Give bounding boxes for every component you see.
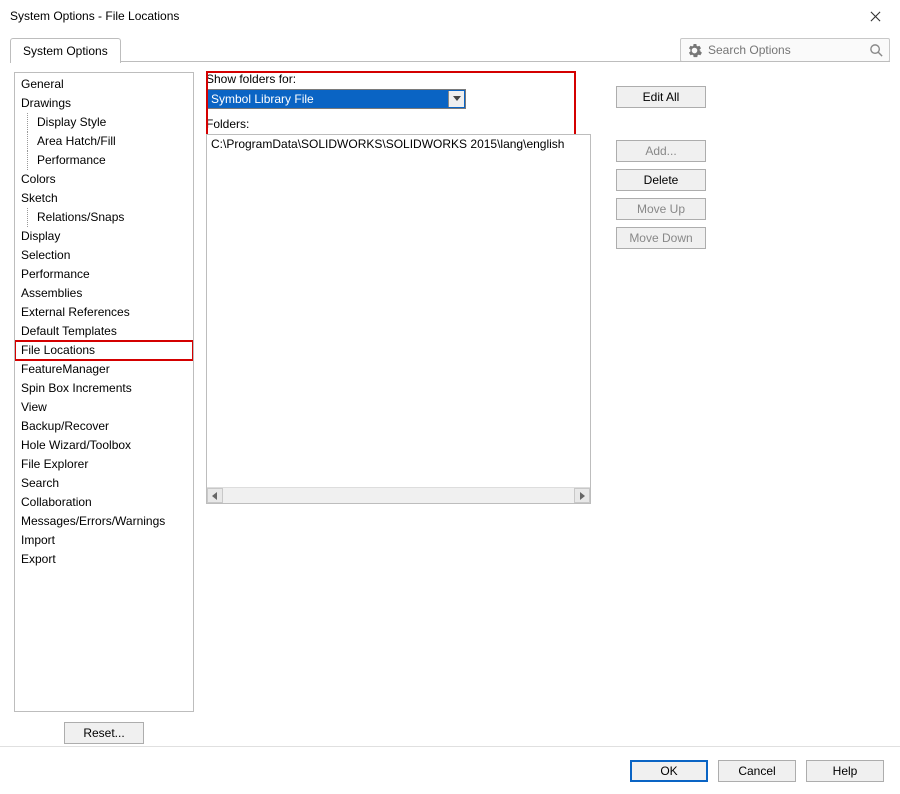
search-input[interactable] (708, 43, 863, 57)
sidebar-item-display-style[interactable]: Display Style (15, 113, 193, 132)
folder-action-buttons: Edit All Add... Delete Move Up Move Down (616, 86, 706, 249)
sidebar-item-import[interactable]: Import (15, 531, 193, 550)
show-folders-dropdown[interactable]: Symbol Library File (206, 89, 466, 109)
search-icon (869, 43, 884, 58)
move-up-button[interactable]: Move Up (616, 198, 706, 220)
move-down-button[interactable]: Move Down (616, 227, 706, 249)
main-panel: Show folders for: Symbol Library File Fo… (206, 72, 886, 738)
title-bar: System Options - File Locations (0, 0, 900, 30)
folders-label: Folders: (206, 117, 886, 131)
sidebar-item-area-hatch-fill[interactable]: Area Hatch/Fill (15, 132, 193, 151)
tab-strip: System Options (10, 30, 121, 62)
folders-listbox[interactable]: C:\ProgramData\SOLIDWORKS\SOLIDWORKS 201… (206, 134, 591, 504)
category-sidebar: GeneralDrawingsDisplay StyleArea Hatch/F… (14, 72, 194, 712)
chevron-down-icon (448, 91, 464, 107)
top-bar: System Options (0, 30, 900, 62)
scroll-right-icon[interactable] (574, 488, 590, 503)
sidebar-item-backup-recover[interactable]: Backup/Recover (15, 417, 193, 436)
reset-wrap: Reset... (14, 722, 194, 744)
sidebar-item-display[interactable]: Display (15, 227, 193, 246)
delete-button[interactable]: Delete (616, 169, 706, 191)
sidebar-item-assemblies[interactable]: Assemblies (15, 284, 193, 303)
close-icon (870, 11, 881, 22)
cancel-button[interactable]: Cancel (718, 760, 796, 782)
gear-icon (687, 43, 702, 58)
sidebar-item-messages-errors-warnings[interactable]: Messages/Errors/Warnings (15, 512, 193, 531)
edit-all-button[interactable]: Edit All (616, 86, 706, 108)
tab-border (10, 61, 890, 62)
tab-system-options[interactable]: System Options (10, 38, 121, 63)
sidebar-item-external-references[interactable]: External References (15, 303, 193, 322)
sidebar-item-view[interactable]: View (15, 398, 193, 417)
scroll-left-icon[interactable] (207, 488, 223, 503)
ok-button[interactable]: OK (630, 760, 708, 782)
help-button[interactable]: Help (806, 760, 884, 782)
add-button[interactable]: Add... (616, 140, 706, 162)
search-options-box[interactable] (680, 38, 890, 62)
sidebar-item-file-explorer[interactable]: File Explorer (15, 455, 193, 474)
sidebar-item-spin-box-increments[interactable]: Spin Box Increments (15, 379, 193, 398)
sidebar-item-export[interactable]: Export (15, 550, 193, 569)
sidebar-item-hole-wizard-toolbox[interactable]: Hole Wizard/Toolbox (15, 436, 193, 455)
horizontal-scrollbar[interactable] (207, 487, 590, 503)
folder-path-item[interactable]: C:\ProgramData\SOLIDWORKS\SOLIDWORKS 201… (207, 135, 590, 153)
sidebar-item-drawings[interactable]: Drawings (15, 94, 193, 113)
dialog-footer: OK Cancel Help (0, 746, 900, 794)
sidebar-item-search[interactable]: Search (15, 474, 193, 493)
body-area: GeneralDrawingsDisplay StyleArea Hatch/F… (10, 62, 890, 738)
sidebar-item-colors[interactable]: Colors (15, 170, 193, 189)
close-button[interactable] (860, 6, 890, 26)
reset-button[interactable]: Reset... (64, 722, 143, 744)
sidebar-item-performance[interactable]: Performance (15, 265, 193, 284)
dropdown-value: Symbol Library File (211, 92, 314, 106)
sidebar-item-general[interactable]: General (15, 75, 193, 94)
show-folders-label: Show folders for: (206, 72, 886, 86)
scroll-track[interactable] (223, 488, 574, 503)
sidebar-item-sketch[interactable]: Sketch (15, 189, 193, 208)
sidebar-item-featuremanager[interactable]: FeatureManager (15, 360, 193, 379)
sidebar-item-default-templates[interactable]: Default Templates (15, 322, 193, 341)
sidebar-item-performance[interactable]: Performance (15, 151, 193, 170)
sidebar-item-selection[interactable]: Selection (15, 246, 193, 265)
sidebar-item-file-locations[interactable]: File Locations (15, 341, 193, 360)
sidebar-item-relations-snaps[interactable]: Relations/Snaps (15, 208, 193, 227)
sidebar-item-collaboration[interactable]: Collaboration (15, 493, 193, 512)
window-title: System Options - File Locations (10, 9, 179, 23)
